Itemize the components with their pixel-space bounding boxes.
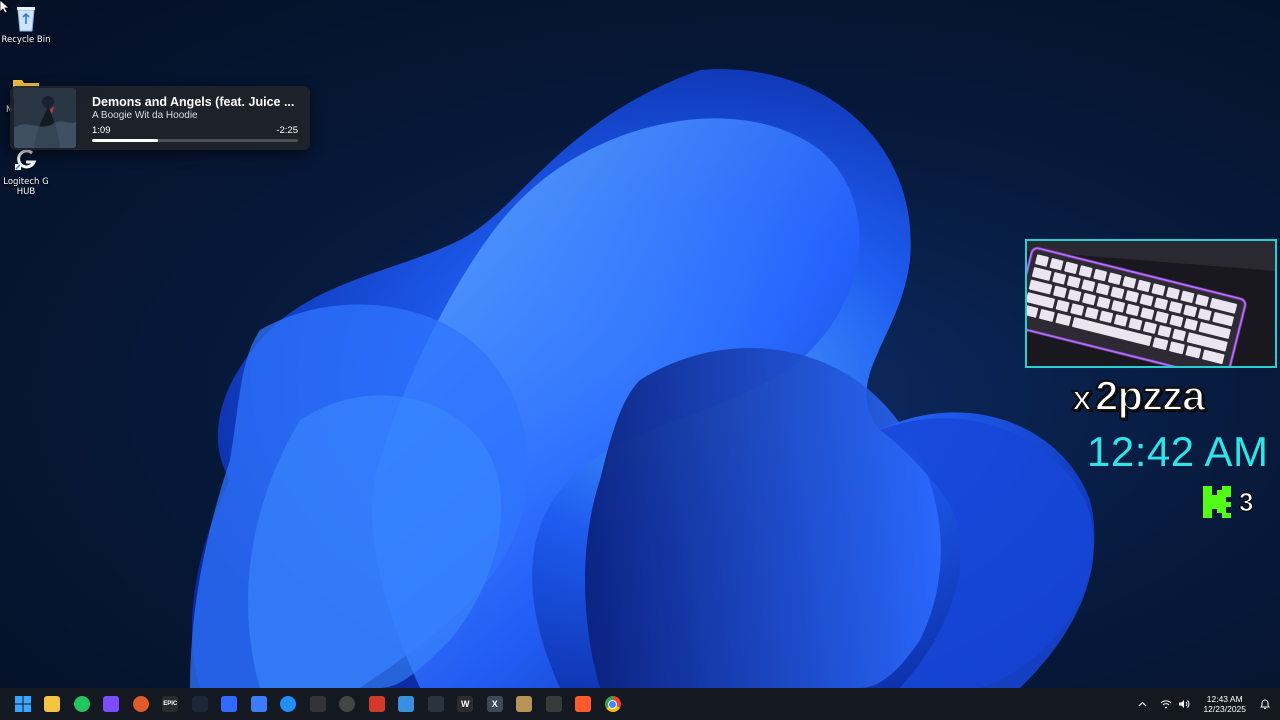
taskbar-button[interactable] bbox=[215, 688, 245, 720]
start-icon bbox=[14, 696, 31, 712]
x-app-icon: X bbox=[486, 696, 503, 712]
username-prefix: x bbox=[1071, 376, 1093, 419]
taskbar-button[interactable] bbox=[303, 688, 333, 720]
desktop-icon-recycle-bin[interactable]: Recycle Bin bbox=[0, 4, 52, 45]
taskbar-button[interactable] bbox=[126, 688, 156, 720]
gear-icon bbox=[427, 696, 444, 712]
desktop-icon-label: Recycle Bin bbox=[1, 35, 51, 45]
progress-fill bbox=[92, 138, 158, 142]
desktop-icon-logitech-g-hub[interactable]: Logitech G HUB bbox=[0, 146, 52, 197]
volume-icon[interactable] bbox=[1175, 688, 1193, 720]
taskbar-button[interactable] bbox=[244, 688, 274, 720]
keyboard-camera-feed bbox=[1027, 241, 1275, 366]
notification-bell-icon[interactable] bbox=[1254, 698, 1276, 710]
album-art bbox=[14, 88, 76, 148]
taskbar-button[interactable] bbox=[333, 688, 363, 720]
taskbar-button[interactable] bbox=[598, 688, 628, 720]
obs-icon bbox=[339, 696, 356, 712]
kick-viewer-count: 3 bbox=[1203, 486, 1254, 518]
taskbar-button[interactable] bbox=[97, 688, 127, 720]
track-title: Demons and Angels (feat. Juice ... bbox=[92, 94, 295, 109]
taskbar-button[interactable] bbox=[185, 688, 215, 720]
taskbar-button[interactable] bbox=[539, 688, 569, 720]
remaining-time: -2:25 bbox=[276, 124, 298, 136]
overlay-clock: 12:42 AM bbox=[1087, 428, 1269, 475]
kick-logo-icon bbox=[1203, 486, 1231, 518]
w-app-icon: W bbox=[457, 696, 474, 712]
stream-username: x2pzza bbox=[1071, 371, 1206, 420]
viewer-count: 3 bbox=[1238, 486, 1254, 517]
xbox-icon bbox=[73, 696, 90, 712]
desktop-icon-label: Logitech G HUB bbox=[3, 177, 49, 197]
epic-games-icon: EPIC bbox=[162, 696, 179, 712]
cursor-app-icon bbox=[309, 696, 326, 712]
taskbar-button[interactable] bbox=[274, 688, 304, 720]
taskbar-button[interactable] bbox=[362, 688, 392, 720]
taskbar-apps: EPIC W X bbox=[8, 688, 628, 720]
taskbar-time: 12:43 AM bbox=[1206, 694, 1243, 704]
gold-app-icon bbox=[516, 696, 533, 712]
taskbar-button[interactable] bbox=[392, 688, 422, 720]
taskbar-button[interactable]: W bbox=[451, 688, 481, 720]
brave-icon bbox=[575, 696, 592, 712]
blue-app-icon bbox=[221, 696, 238, 712]
show-hidden-icons-chevron-icon[interactable] bbox=[1133, 688, 1151, 720]
taskbar: EPIC W X 12:43 AM 12/23/2025 bbox=[0, 688, 1280, 720]
track-artist: A Boogie Wit da Hoodie bbox=[92, 109, 198, 121]
username-text: 2pzza bbox=[1094, 371, 1206, 420]
steam-icon bbox=[191, 696, 208, 712]
wifi-icon[interactable] bbox=[1157, 688, 1175, 720]
progress-bar[interactable] bbox=[92, 138, 298, 142]
taskbar-button[interactable] bbox=[510, 688, 540, 720]
taskbar-button[interactable] bbox=[421, 688, 451, 720]
webcam-overlay bbox=[1025, 239, 1277, 368]
app-menu-icon bbox=[103, 696, 120, 712]
edge-icon bbox=[280, 696, 297, 712]
system-tray: 12:43 AM 12/23/2025 bbox=[1133, 688, 1280, 720]
taskbar-button[interactable] bbox=[67, 688, 97, 720]
chrome-icon bbox=[604, 696, 621, 712]
dark-app-icon bbox=[545, 696, 562, 712]
taskbar-button[interactable] bbox=[38, 688, 68, 720]
taskbar-button[interactable]: X bbox=[480, 688, 510, 720]
taskbar-date: 12/23/2025 bbox=[1203, 704, 1246, 714]
media-player-overlay[interactable]: Demons and Angels (feat. Juice ... A Boo… bbox=[10, 86, 310, 150]
elapsed-time: 1:09 bbox=[92, 124, 111, 136]
taskbar-button[interactable] bbox=[8, 688, 38, 720]
blue-square-icon bbox=[250, 696, 267, 712]
file-explorer-icon bbox=[44, 696, 61, 712]
taskbar-button[interactable] bbox=[569, 688, 599, 720]
blue-bars-icon bbox=[398, 696, 415, 712]
recycle-bin-icon bbox=[12, 4, 40, 32]
taskbar-clock[interactable]: 12:43 AM 12/23/2025 bbox=[1203, 694, 1246, 714]
taskbar-button[interactable]: EPIC bbox=[156, 688, 186, 720]
logitech-g-hub-icon bbox=[12, 146, 40, 174]
red-app-icon bbox=[132, 696, 149, 712]
red-bars-icon bbox=[368, 696, 385, 712]
